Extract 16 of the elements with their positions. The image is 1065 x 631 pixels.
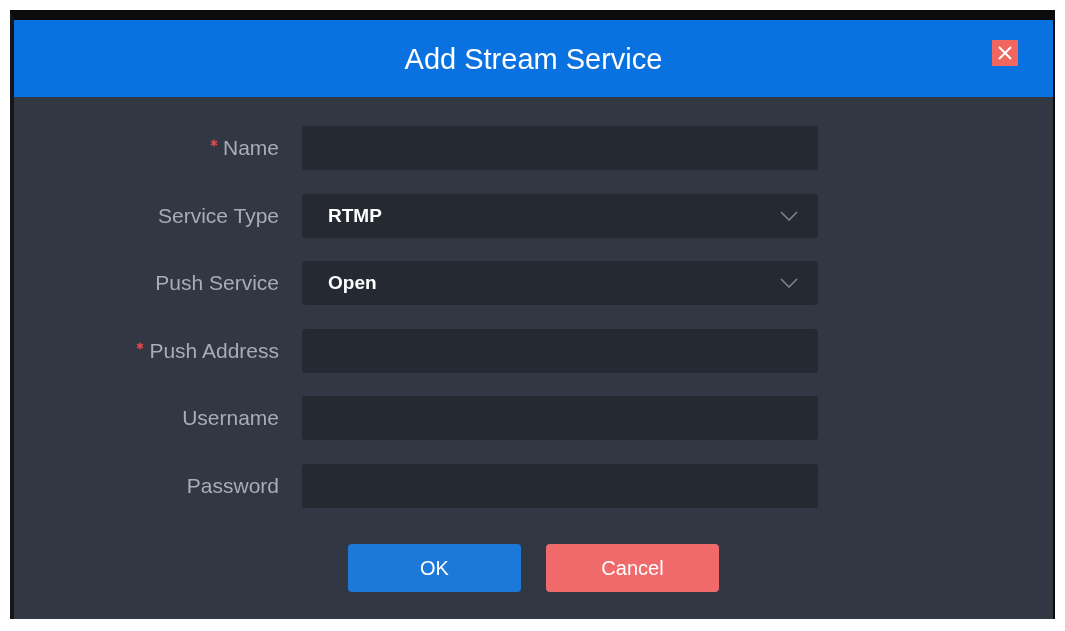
field-label: Service Type [158,202,279,229]
dropdown-field[interactable]: RTMP [302,193,818,238]
chevron-down-icon [780,278,798,288]
field-label: Push Address [149,337,279,364]
close-icon [998,46,1012,60]
close-button[interactable] [992,40,1018,66]
dropdown-field[interactable]: Open [302,261,818,305]
field-label: Password [186,472,279,499]
ok-button[interactable]: OK [348,544,521,592]
dropdown-value: RTMP [328,203,382,228]
field-label: Username [182,405,279,431]
field-label: Name [222,135,279,161]
chevron-down-icon [780,210,798,221]
field-label: Push Service [155,270,279,296]
dropdown-value: Open [328,271,377,295]
dialog-title: Add Stream Service [404,41,663,77]
